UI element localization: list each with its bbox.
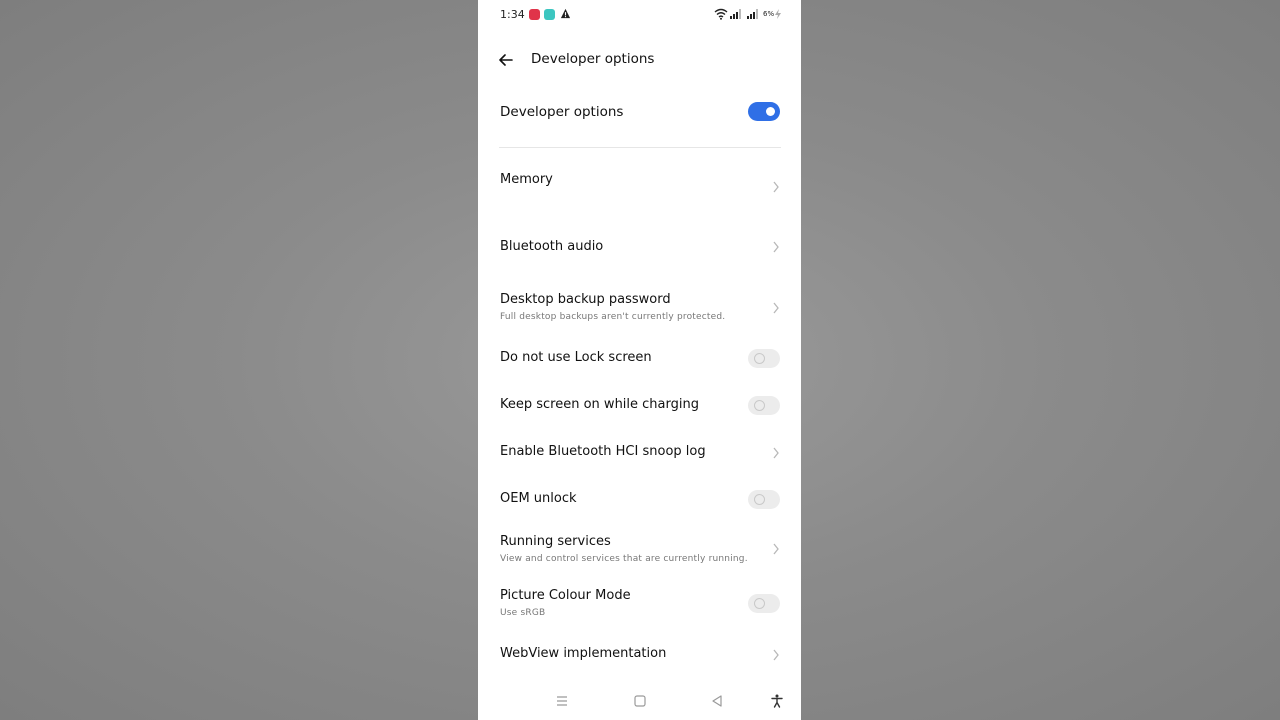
settings-item-title: Enable Bluetooth HCI snoop log [500, 444, 706, 459]
chevron-right-icon [773, 649, 779, 661]
chevron-right-icon [773, 241, 779, 253]
settings-item-stay-awake[interactable]: Keep screen on while charging [478, 395, 801, 417]
chevron-right-icon [773, 543, 779, 555]
signal-icon [730, 9, 741, 19]
picture-colour-mode-toggle[interactable] [748, 594, 780, 613]
settings-item-desktop-backup-password[interactable]: Desktop backup password Full desktop bac… [478, 290, 801, 326]
settings-item-lock-screen[interactable]: Do not use Lock screen [478, 348, 801, 370]
warning-icon [560, 8, 571, 19]
wifi-icon [714, 8, 728, 20]
home-square-icon[interactable] [633, 694, 647, 708]
settings-item-title: Picture Colour Mode [500, 588, 631, 603]
status-bar: 1:34 6% [478, 0, 801, 30]
charging-bolt-icon [775, 9, 781, 19]
chevron-right-icon [773, 181, 779, 193]
status-time: 1:34 [500, 8, 525, 21]
settings-item-running-services[interactable]: Running services View and control servic… [478, 532, 801, 568]
chevron-right-icon [773, 447, 779, 459]
settings-item-bluetooth-audio[interactable]: Bluetooth audio [478, 236, 801, 260]
settings-item-oem-unlock[interactable]: OEM unlock [478, 489, 801, 511]
settings-item-title: Keep screen on while charging [500, 397, 699, 412]
settings-item-bluetooth-hci-snoop-log[interactable]: Enable Bluetooth HCI snoop log [478, 442, 801, 464]
arrow-left-icon[interactable] [496, 50, 516, 70]
settings-item-title: Desktop backup password [500, 292, 671, 307]
teal-app-notification-icon [544, 9, 555, 20]
settings-item-picture-colour-mode[interactable]: Picture Colour Mode Use sRGB [478, 586, 801, 622]
settings-item-title: Running services [500, 534, 611, 549]
accessibility-icon[interactable] [770, 694, 784, 708]
settings-item-title: WebView implementation [500, 646, 667, 661]
back-triangle-icon[interactable] [710, 694, 724, 708]
red-app-notification-icon [529, 9, 540, 20]
system-navigation-bar [478, 686, 801, 716]
oem-unlock-toggle[interactable] [748, 490, 780, 509]
menu-icon[interactable] [555, 694, 569, 708]
settings-item-memory[interactable]: Memory [478, 170, 801, 210]
settings-item-subtitle: Use sRGB [500, 608, 546, 618]
settings-item-subtitle: View and control services that are curre… [500, 554, 748, 564]
stay-awake-toggle[interactable] [748, 396, 780, 415]
chevron-right-icon [773, 302, 779, 314]
settings-item-title: Do not use Lock screen [500, 350, 652, 365]
settings-item-webview-implementation[interactable]: WebView implementation [478, 644, 801, 666]
developer-options-master-row[interactable]: Developer options [478, 96, 801, 128]
settings-item-subtitle: Full desktop backups aren't currently pr… [500, 312, 726, 322]
master-toggle-label: Developer options [500, 104, 624, 120]
phone-screen: 1:34 6% Developer options Developer opti… [478, 0, 801, 720]
battery-percent: 6% [763, 10, 775, 18]
app-header: Developer options [478, 44, 801, 76]
settings-item-title: Memory [500, 172, 553, 187]
lock-screen-toggle[interactable] [748, 349, 780, 368]
developer-options-toggle[interactable] [748, 102, 780, 121]
page-title: Developer options [531, 51, 655, 67]
settings-item-title: OEM unlock [500, 491, 577, 506]
settings-item-title: Bluetooth audio [500, 239, 604, 254]
signal-icon [747, 9, 758, 19]
divider [499, 147, 781, 148]
